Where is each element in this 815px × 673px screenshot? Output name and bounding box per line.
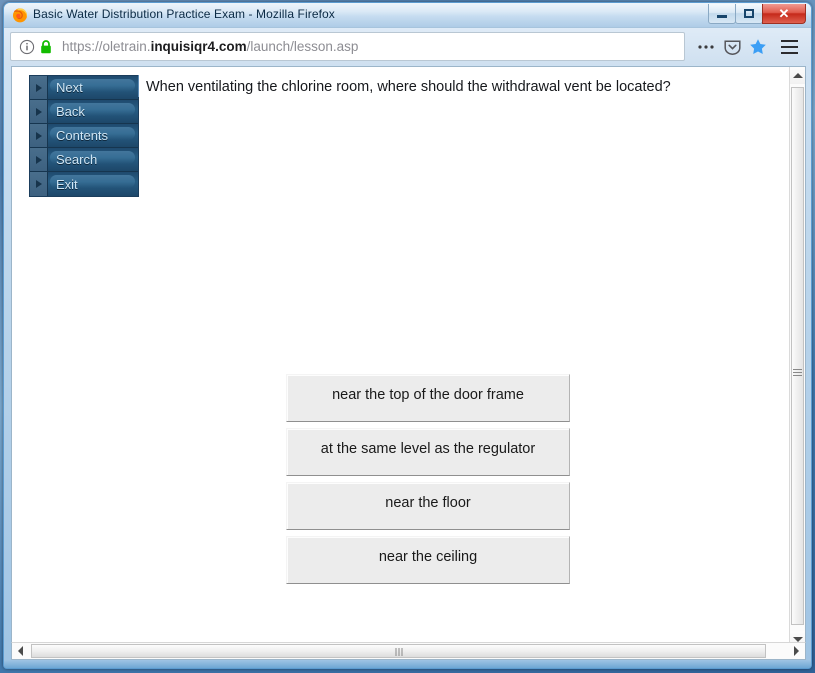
horizontal-scrollbar-thumb[interactable] <box>31 644 766 658</box>
minimize-icon <box>709 4 735 23</box>
triangle-right-icon <box>30 148 48 171</box>
nav-button-exit[interactable]: Exit <box>30 172 138 196</box>
answer-option-3[interactable]: near the floor <box>286 482 570 530</box>
vertical-scrollbar[interactable] <box>789 67 805 648</box>
pocket-icon[interactable] <box>719 35 745 59</box>
scroll-right-button[interactable] <box>788 643 805 659</box>
nav-button-back-label: Back <box>48 100 138 123</box>
answer-option-3-label: near the floor <box>385 495 471 511</box>
star-icon[interactable] <box>745 35 771 59</box>
scrollbar-grip-icon <box>395 648 402 656</box>
answer-option-1[interactable]: near the top of the door frame <box>286 374 570 422</box>
chevron-right-icon <box>794 646 799 656</box>
nav-button-exit-label: Exit <box>48 172 138 196</box>
triangle-right-icon <box>30 100 48 123</box>
padlock-icon[interactable] <box>39 39 53 55</box>
window-title: Basic Water Distribution Practice Exam -… <box>33 7 335 21</box>
chevron-up-icon <box>792 73 803 78</box>
navigation-toolbar: https://oletrain.inquisiqr4.com/launch/l… <box>4 28 811 65</box>
browser-content-area: Next Back Contents Search Exit When vent… <box>11 66 806 649</box>
url-prefix: https://oletrain. <box>62 39 151 54</box>
nav-button-contents[interactable]: Contents <box>30 124 138 148</box>
url-bar[interactable]: https://oletrain.inquisiqr4.com/launch/l… <box>10 32 685 61</box>
scrollbar-grip-icon <box>793 369 802 376</box>
window-controls: ✕ <box>708 4 806 25</box>
hamburger-menu-icon[interactable] <box>773 32 805 62</box>
nav-button-search[interactable]: Search <box>30 148 138 172</box>
nav-button-search-label: Search <box>48 148 138 171</box>
url-text[interactable]: https://oletrain.inquisiqr4.com/launch/l… <box>62 39 358 54</box>
firefox-logo-icon <box>12 7 28 23</box>
chevron-left-icon <box>18 646 23 656</box>
toolbar-actions <box>685 35 771 59</box>
minimize-button[interactable] <box>708 4 736 24</box>
question-divider <box>138 75 139 97</box>
answer-option-2[interactable]: at the same level as the regulator <box>286 428 570 476</box>
horizontal-scrollbar[interactable] <box>11 642 806 660</box>
answer-option-4-label: near the ceiling <box>378 549 478 565</box>
vertical-scrollbar-thumb[interactable] <box>791 87 804 625</box>
ellipsis-icon[interactable] <box>693 35 719 59</box>
close-button[interactable]: ✕ <box>762 4 806 24</box>
triangle-right-icon <box>30 76 48 99</box>
title-bar: Basic Water Distribution Practice Exam -… <box>4 3 811 28</box>
triangle-right-icon <box>30 172 48 196</box>
answer-options: near the top of the door frame at the sa… <box>286 374 570 590</box>
desktop-background: Basic Water Distribution Practice Exam -… <box>0 0 815 673</box>
scroll-up-button[interactable] <box>790 67 805 84</box>
scroll-left-button[interactable] <box>12 643 29 659</box>
maximize-icon <box>736 4 762 23</box>
nav-button-next[interactable]: Next <box>30 76 138 100</box>
window-bottom-edge <box>4 660 811 668</box>
lesson-page: Next Back Contents Search Exit When vent… <box>12 67 791 648</box>
triangle-right-icon <box>30 124 48 147</box>
url-host: inquisiqr4.com <box>150 39 247 54</box>
maximize-button[interactable] <box>735 4 763 24</box>
nav-button-contents-label: Contents <box>48 124 138 147</box>
close-icon: ✕ <box>778 5 790 21</box>
lesson-navigation-menu: Next Back Contents Search Exit <box>29 75 139 197</box>
answer-option-4[interactable]: near the ceiling <box>286 536 570 584</box>
firefox-window: Basic Water Distribution Practice Exam -… <box>3 2 812 669</box>
nav-button-next-label: Next <box>48 76 138 99</box>
nav-button-back[interactable]: Back <box>30 100 138 124</box>
info-circle-icon[interactable] <box>19 39 35 55</box>
answer-option-1-label: near the top of the door frame <box>332 387 524 403</box>
answer-option-2-label: at the same level as the regulator <box>320 441 536 457</box>
question-text: When ventilating the chlorine room, wher… <box>146 79 671 95</box>
url-path: /launch/lesson.asp <box>246 39 359 54</box>
